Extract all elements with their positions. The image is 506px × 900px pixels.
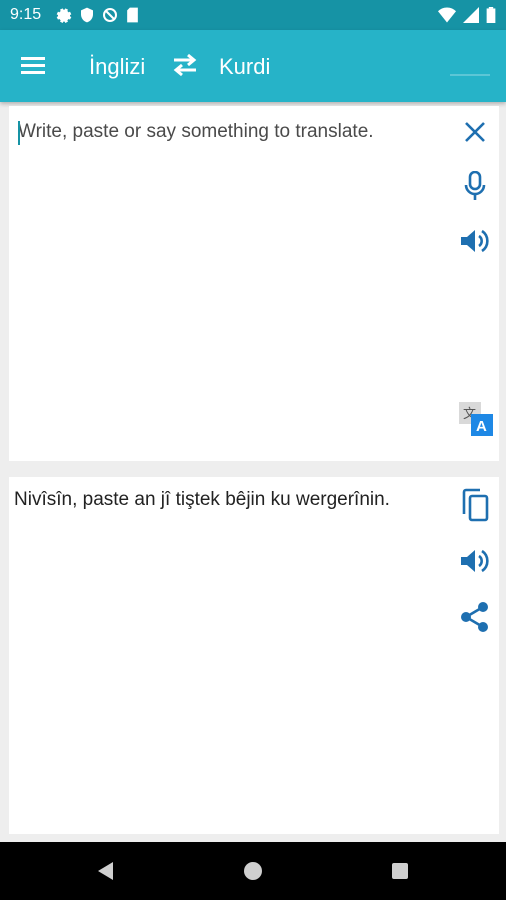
- speak-translation-button[interactable]: [455, 541, 495, 581]
- signal-icon: [463, 7, 479, 23]
- gear-icon: [56, 8, 72, 23]
- menu-button[interactable]: [14, 48, 54, 84]
- hamburger-menu-icon: [21, 57, 45, 74]
- close-icon: [465, 122, 485, 142]
- sd-card-icon: [127, 7, 138, 23]
- back-button[interactable]: [95, 860, 119, 884]
- copy-icon: [462, 488, 489, 522]
- source-language-selector[interactable]: İnglizi: [89, 54, 145, 80]
- voice-input-button[interactable]: [455, 166, 495, 206]
- app-bar: İnglizi Kurdi: [0, 30, 506, 102]
- text-cursor: [18, 121, 20, 145]
- status-notification-icons: [56, 7, 139, 23]
- shield-icon: [81, 7, 93, 23]
- swap-arrows-icon: [173, 53, 197, 77]
- battery-icon: [486, 7, 496, 23]
- speaker-icon: [461, 549, 489, 573]
- speak-source-button[interactable]: [455, 221, 495, 261]
- clear-button[interactable]: [455, 112, 495, 152]
- wifi-icon: [438, 7, 456, 23]
- input-card: 文 A: [9, 106, 499, 461]
- recents-button[interactable]: [389, 860, 413, 884]
- source-text-input[interactable]: [18, 119, 428, 439]
- target-language-selector[interactable]: Kurdi: [219, 54, 270, 80]
- microphone-icon: [464, 171, 486, 200]
- blocked-icon: [103, 8, 117, 22]
- app-bar-divider: [450, 74, 490, 76]
- status-system-icons: [438, 7, 496, 23]
- back-triangle-icon: [98, 862, 113, 880]
- copy-button[interactable]: [455, 485, 495, 525]
- home-circle-icon: [244, 862, 262, 880]
- share-icon: [461, 602, 488, 632]
- translate-button[interactable]: 文 A: [456, 399, 496, 439]
- status-time: 9:15: [10, 6, 42, 23]
- status-bar: 9:15: [0, 0, 506, 30]
- translate-icon: 文 A: [459, 402, 493, 436]
- system-navigation-bar: [0, 842, 506, 900]
- home-button[interactable]: [242, 860, 266, 884]
- output-card: Nivîsîn, paste an jî tiştek bêjin ku wer…: [9, 477, 499, 834]
- share-button[interactable]: [455, 597, 495, 637]
- recents-square-icon: [392, 863, 408, 879]
- speaker-icon: [461, 229, 489, 253]
- swap-languages-button[interactable]: [170, 52, 204, 82]
- svg-text:A: A: [476, 418, 487, 435]
- translated-text: Nivîsîn, paste an jî tiştek bêjin ku wer…: [14, 489, 390, 510]
